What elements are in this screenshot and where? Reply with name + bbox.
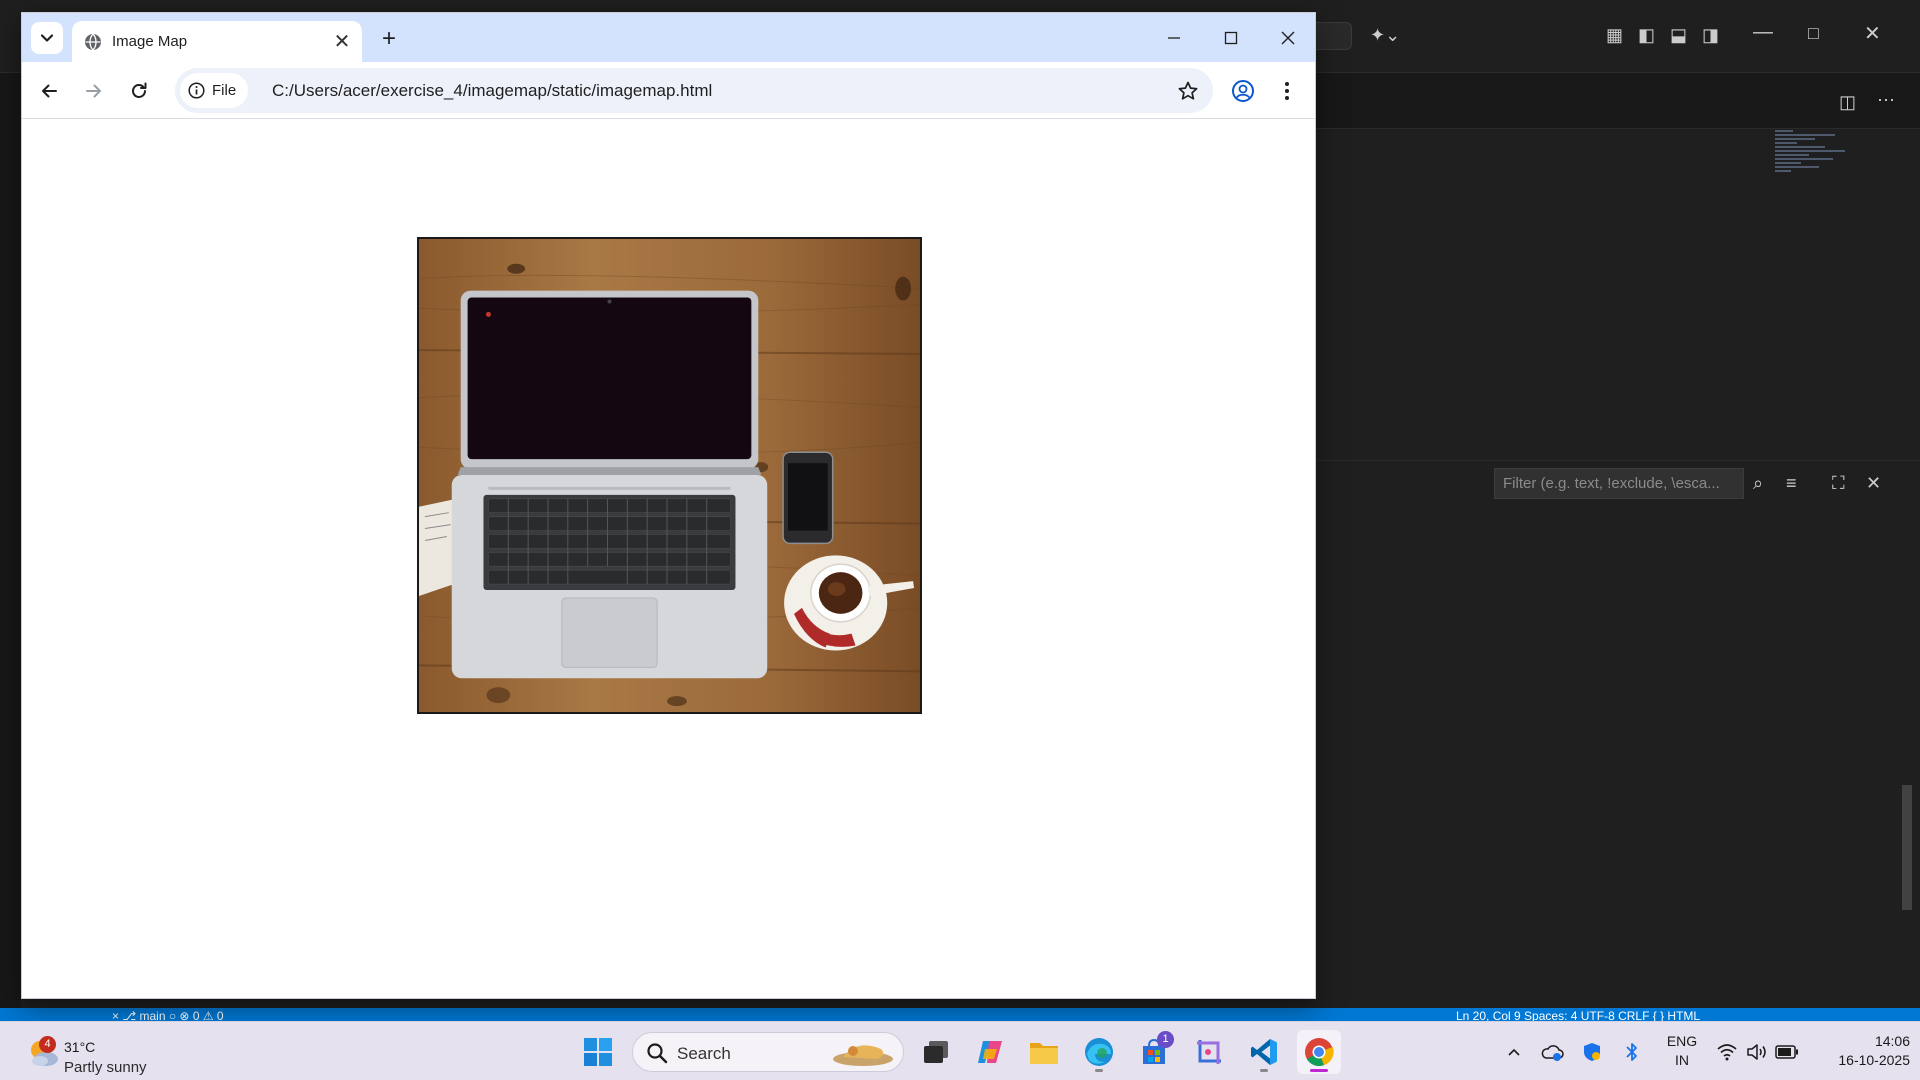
edge-icon	[1085, 1038, 1113, 1066]
taskbar-search[interactable]: Search	[632, 1032, 904, 1072]
folder-icon	[1030, 1043, 1058, 1064]
snipping-tool-icon	[1197, 1040, 1221, 1064]
store-button[interactable]: 1	[1132, 1030, 1176, 1074]
bookmark-star-icon[interactable]	[1173, 76, 1203, 106]
vscode-editor-tabs: ◫ ⋯	[1315, 73, 1920, 129]
bluetooth-icon[interactable]	[1618, 1038, 1646, 1066]
region-code: IN	[1675, 1052, 1689, 1068]
tab-title: Image Map	[112, 33, 188, 50]
word-wrap-icon[interactable]: ≡	[1786, 474, 1797, 492]
copilot-icon	[978, 1041, 1002, 1063]
chrome-window: Image Map ✕ + File C:/Users/acer/exercis…	[21, 12, 1316, 999]
vscode-icon	[1251, 1039, 1277, 1065]
profile-icon[interactable]	[1227, 75, 1259, 107]
running-indicator	[1095, 1069, 1103, 1072]
toggle-secondary-sidebar-icon[interactable]: ◨	[1702, 26, 1719, 44]
search-icon	[647, 1043, 668, 1064]
volume-icon[interactable]	[1743, 1038, 1771, 1066]
copilot-icon[interactable]: ✦⌄	[1370, 26, 1400, 44]
windows-logo-icon	[584, 1038, 612, 1066]
file-label: File	[212, 82, 237, 99]
temperature: 31°C	[64, 1039, 96, 1055]
clock-time: 14:06	[1874, 1033, 1910, 1049]
maximize-icon[interactable]	[1215, 26, 1247, 50]
search-highlight-icon	[833, 1045, 893, 1066]
weather-description: Partly sunny	[64, 1059, 147, 1076]
close-panel-icon[interactable]: ✕	[1866, 474, 1881, 492]
security-shield-icon[interactable]	[1578, 1038, 1606, 1066]
more-actions-icon[interactable]: ⋯	[1877, 91, 1895, 109]
input-language-indicator[interactable]: ENG IN	[1665, 1032, 1699, 1070]
task-view-icon	[924, 1041, 948, 1063]
tab-image-map[interactable]: Image Map ✕	[72, 21, 362, 62]
page-content	[22, 120, 1315, 998]
start-button[interactable]	[576, 1030, 620, 1074]
weather-widget[interactable]: 4 31°C Partly sunny	[22, 1030, 192, 1076]
language-code: ENG	[1666, 1033, 1698, 1049]
site-info-chip[interactable]: File	[180, 73, 249, 108]
vscode-activity-bar	[0, 0, 21, 1021]
wifi-icon[interactable]	[1713, 1038, 1741, 1066]
battery-icon[interactable]	[1773, 1038, 1801, 1066]
info-icon	[188, 82, 205, 99]
toggle-primary-sidebar-icon[interactable]: ◧	[1638, 26, 1655, 44]
vscode-status-bar: × ⎇ main ○ ⊗ 0 ⚠ 0 Ln 20, Col 9 Spaces: …	[0, 1008, 1920, 1022]
back-icon[interactable]	[33, 75, 65, 107]
chevron-down-icon	[40, 34, 54, 42]
image-map-photo[interactable]	[417, 237, 922, 714]
customize-layout-icon[interactable]: ▦	[1606, 26, 1623, 44]
url-text[interactable]: C:/Users/acer/exercise_4/imagemap/static…	[272, 81, 712, 101]
minimize-icon[interactable]	[1158, 26, 1190, 50]
show-hidden-icons-chevron-icon[interactable]	[1500, 1038, 1528, 1066]
clock-date: 16-10-2025	[1838, 1052, 1910, 1068]
search-icon[interactable]: ⌕	[1753, 474, 1763, 492]
tab-strip: Image Map ✕ +	[22, 13, 1315, 62]
edge-button[interactable]	[1077, 1030, 1121, 1074]
vscode-minimize-icon[interactable]: —	[1753, 22, 1773, 42]
vscode-panel-divider	[1315, 460, 1920, 461]
onedrive-cloud-icon[interactable]	[1538, 1038, 1566, 1066]
vscode-minimap	[1775, 128, 1855, 188]
copilot-button[interactable]	[968, 1030, 1012, 1074]
vscode-scrollbar[interactable]	[1902, 785, 1912, 910]
active-indicator	[1310, 1069, 1328, 1072]
browser-toolbar: File C:/Users/acer/exercise_4/imagemap/s…	[22, 62, 1315, 119]
vscode-button[interactable]	[1242, 1030, 1286, 1074]
toggle-panel-icon[interactable]: ⬓	[1670, 26, 1687, 44]
task-view-button[interactable]	[914, 1030, 958, 1074]
tab-close-icon[interactable]: ✕	[330, 29, 354, 53]
running-indicator	[1260, 1069, 1268, 1072]
system-clock[interactable]: 14:06 16-10-2025	[1810, 1032, 1910, 1070]
forward-icon[interactable]	[78, 75, 110, 107]
new-tab-icon[interactable]: +	[375, 25, 403, 53]
address-bar[interactable]: File C:/Users/acer/exercise_4/imagemap/s…	[175, 68, 1213, 113]
snipping-tool-button[interactable]	[1187, 1030, 1231, 1074]
search-label: Search	[677, 1044, 731, 1063]
maximize-panel-icon[interactable]: ⛶	[1832, 474, 1845, 492]
split-editor-icon[interactable]: ◫	[1839, 93, 1856, 111]
store-notification-badge: 1	[1157, 1031, 1174, 1048]
vscode-close-icon[interactable]: ✕	[1864, 24, 1881, 44]
menu-kebab-icon[interactable]	[1271, 75, 1303, 107]
weather-alert-badge: 4	[39, 1036, 56, 1053]
reload-icon[interactable]	[123, 75, 155, 107]
output-filter-input[interactable]: Filter (e.g. text, !exclude, \esca...	[1494, 468, 1744, 499]
chrome-button[interactable]	[1297, 1030, 1341, 1074]
globe-icon	[85, 33, 101, 51]
vscode-maximize-icon[interactable]: □	[1808, 24, 1819, 42]
tab-search-button[interactable]	[31, 22, 63, 54]
file-explorer-button[interactable]	[1022, 1030, 1066, 1074]
chrome-icon	[1305, 1038, 1334, 1067]
taskbar: 4 31°C Partly sunny Search 1 ENG IN 14:0…	[0, 1021, 1920, 1080]
close-window-icon[interactable]	[1272, 26, 1304, 50]
